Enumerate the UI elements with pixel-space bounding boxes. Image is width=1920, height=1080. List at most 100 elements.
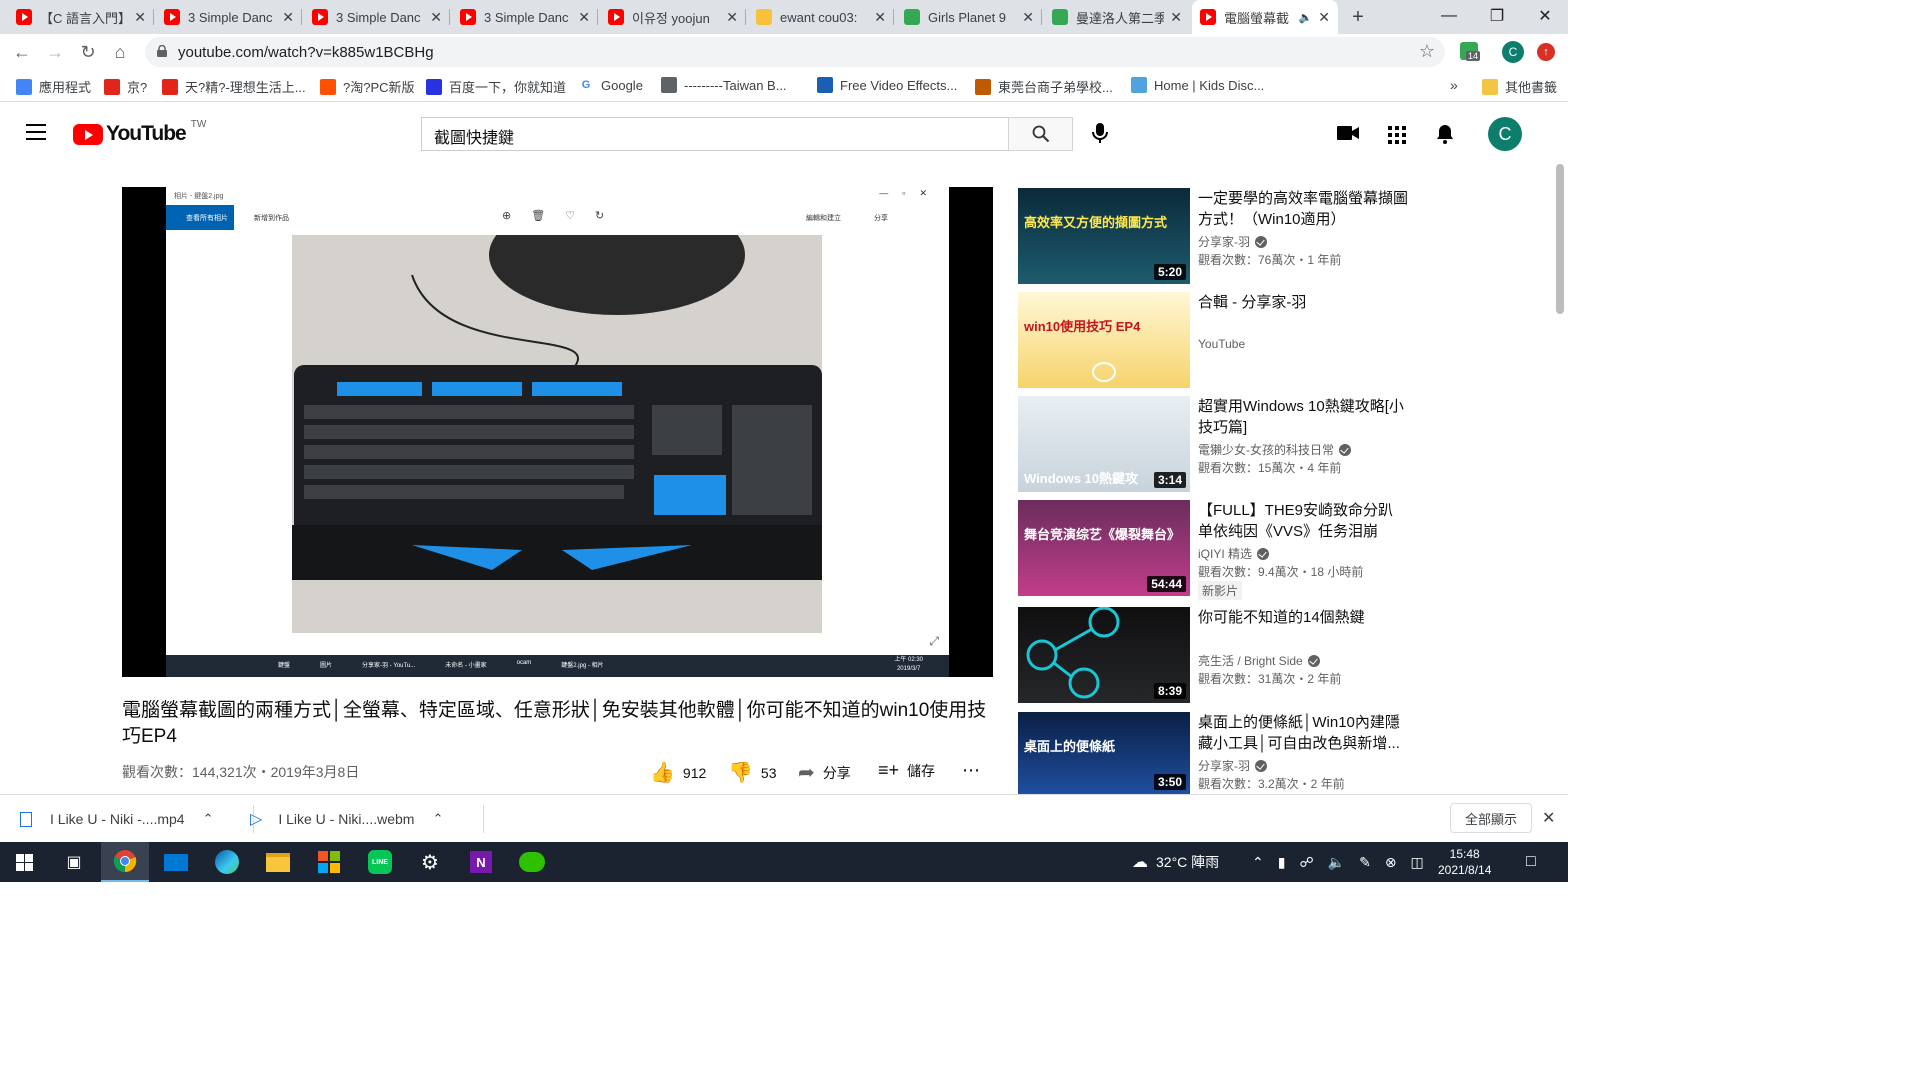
download-item[interactable]: I Like U - Niki -....mp4 ⌃ xyxy=(20,795,254,843)
video-thumbnail[interactable]: 8:39 xyxy=(1018,607,1190,703)
store-taskbar-icon[interactable] xyxy=(305,842,353,882)
recommendation-item[interactable]: 8:39 你可能不知道的14個熱鍵 亮生活 / Bright Side 觀看次數：31… xyxy=(1018,607,1538,703)
close-download-bar-icon[interactable]: ✕ xyxy=(1542,808,1555,828)
bookmark-item[interactable]: 東莞台商子弟學校... xyxy=(975,77,1113,96)
recommendation-title[interactable]: 桌面上的便條紙│Win10內建隱藏小工具│可自由改色與新增... xyxy=(1198,712,1408,754)
system-tray-icons[interactable]: ⌃ ▮ ☍ 🔈 ✎ ⊗ ◫ xyxy=(1252,842,1424,882)
recommendation-channel[interactable]: 分享家-羽 xyxy=(1198,757,1267,774)
video-thumbnail[interactable]: 舞台竞演综艺《爆裂舞台》 54:44 xyxy=(1018,500,1190,596)
close-tab-icon[interactable]: ✕ xyxy=(1170,9,1182,26)
recommendation-channel[interactable]: 分享家-羽 xyxy=(1198,233,1267,250)
like-button[interactable]: 👍 912 xyxy=(650,760,706,785)
search-input[interactable]: 截圖快捷鍵 xyxy=(421,117,1009,151)
minimize-icon[interactable]: — xyxy=(1426,0,1472,32)
maximize-icon[interactable]: ❐ xyxy=(1474,0,1520,32)
save-button[interactable]: ≡+ 儲存 xyxy=(878,760,935,781)
onenote-taskbar-icon[interactable]: N xyxy=(457,842,505,882)
video-player[interactable]: 相片 - 鍵盤2.jpg —▫✕ 查看所有相片 新增到作品 ⊕🗑♡↻ 編輯和建立… xyxy=(122,187,993,677)
volume-icon[interactable]: 🔈 xyxy=(1328,854,1345,871)
close-tab-icon[interactable]: ✕ xyxy=(1022,9,1034,26)
recommendation-item[interactable]: win10使用技巧 EP4 合輯 - 分享家-羽 YouTube xyxy=(1018,292,1538,388)
weather-widget[interactable]: ☁ 32°C 陣雨 xyxy=(1132,842,1219,882)
notification-bell-icon[interactable] xyxy=(1436,124,1454,149)
recommendation-item[interactable]: 舞台竞演综艺《爆裂舞台》 54:44 【FULL】THE9安崎致命分趴单依纯因《VV… xyxy=(1018,500,1538,600)
browser-tab[interactable]: Girls Planet 9 ✕ xyxy=(896,0,1042,34)
video-thumbnail[interactable]: 高效率又方便的擷圖方式 5:20 xyxy=(1018,188,1190,284)
mic-icon[interactable] xyxy=(1090,122,1110,149)
bookmark-item[interactable]: 百度一下，你就知道 xyxy=(426,77,566,96)
bookmark-item[interactable]: ---------Taiwan B... xyxy=(661,77,787,93)
close-tab-icon[interactable]: ✕ xyxy=(430,9,442,26)
browser-tab[interactable]: 3 Simple Danc ✕ xyxy=(156,0,302,34)
forward-icon[interactable]: → xyxy=(43,40,67,64)
browser-tab[interactable]: 이유정 yoojun ✕ xyxy=(600,0,746,34)
recommendation-channel[interactable]: iQIYI 精选 xyxy=(1198,545,1270,562)
back-icon[interactable]: ← xyxy=(10,40,34,64)
bookmark-item[interactable]: 應用程式 xyxy=(16,77,91,96)
file-explorer-taskbar-icon[interactable] xyxy=(254,842,302,882)
recommendation-channel[interactable]: YouTube xyxy=(1198,337,1245,351)
line-taskbar-icon[interactable]: LINE xyxy=(356,842,404,882)
close-window-icon[interactable]: ✕ xyxy=(1522,0,1568,32)
bookmark-item[interactable]: G Google xyxy=(578,77,643,93)
dislike-button[interactable]: 👎 53 xyxy=(728,760,776,785)
recommendation-item[interactable]: Windows 10熱鍵攻 3:14 超實用Windows 10熱鍵攻略[小技巧篇]… xyxy=(1018,396,1538,492)
close-tab-icon[interactable]: ✕ xyxy=(874,9,886,26)
bookmarks-overflow[interactable]: » xyxy=(1450,77,1458,93)
chevron-up-icon[interactable]: ⌃ xyxy=(1252,854,1264,871)
browser-tab[interactable]: 【C 語言入門】 ✕ xyxy=(8,0,154,34)
recommendation-item[interactable]: 桌面上的便條紙 3:50 桌面上的便條紙│Win10內建隱藏小工具│可自由改色與新增… xyxy=(1018,712,1538,794)
clock[interactable]: 15:48 2021/8/14 xyxy=(1438,842,1491,882)
close-tab-icon[interactable]: ✕ xyxy=(134,9,146,26)
task-view-icon[interactable]: ▣ xyxy=(50,842,98,882)
apps-icon[interactable] xyxy=(1388,126,1406,144)
recommendation-channel[interactable]: 電獺少女-女孩的科技日常 xyxy=(1198,441,1351,458)
notification-center-icon[interactable]: □ xyxy=(1526,842,1536,882)
edge-taskbar-icon[interactable] xyxy=(203,842,251,882)
windows-start-icon[interactable] xyxy=(0,842,48,882)
extension-icon[interactable]: 14 xyxy=(1460,42,1481,61)
recommendation-title[interactable]: 超實用Windows 10熱鍵攻略[小技巧篇] xyxy=(1198,396,1408,438)
share-button[interactable]: ➦ 分享 xyxy=(798,760,851,785)
update-icon[interactable]: ↑ xyxy=(1537,43,1555,61)
browser-tab[interactable]: ewant cou03: ✕ xyxy=(748,0,894,34)
status-x-icon[interactable]: ⊗ xyxy=(1385,854,1397,871)
recommendation-title[interactable]: 合輯 - 分享家-羽 xyxy=(1198,292,1408,313)
reload-icon[interactable]: ↻ xyxy=(76,40,100,64)
bookmark-item[interactable]: Free Video Effects... xyxy=(817,77,957,93)
account-avatar[interactable]: C xyxy=(1488,117,1522,151)
recommendation-title[interactable]: 【FULL】THE9安崎致命分趴单依纯因《VVS》任务泪崩 硬... xyxy=(1198,500,1408,542)
search-button[interactable] xyxy=(1008,117,1073,151)
bookmark-item[interactable]: Home | Kids Disc... xyxy=(1131,77,1264,93)
new-tab-button[interactable]: + xyxy=(1340,0,1376,34)
recommendation-channel[interactable]: 亮生活 / Bright Side xyxy=(1198,652,1320,669)
chevron-up-icon[interactable]: ⌃ xyxy=(432,811,443,827)
profile-avatar[interactable]: C xyxy=(1502,41,1524,63)
browser-tab[interactable]: 曼達洛人第二季 ✕ xyxy=(1044,0,1190,34)
mail-taskbar-icon[interactable] xyxy=(152,842,200,882)
wechat-taskbar-icon[interactable] xyxy=(508,842,556,882)
video-thumbnail[interactable]: win10使用技巧 EP4 xyxy=(1018,292,1190,388)
recommendation-item[interactable]: 高效率又方便的擷圖方式 5:20 一定要學的高效率電腦螢幕擷圖方式！（Win10適用… xyxy=(1018,188,1538,284)
close-tab-icon[interactable]: ✕ xyxy=(578,9,590,26)
menu-icon[interactable] xyxy=(26,124,46,140)
bookmark-item[interactable]: 天?精?-理想生活上... xyxy=(162,77,306,96)
close-tab-icon[interactable]: ✕ xyxy=(726,9,738,26)
video-thumbnail[interactable]: Windows 10熱鍵攻 3:14 xyxy=(1018,396,1190,492)
create-video-icon[interactable] xyxy=(1337,126,1359,145)
clipboard-icon[interactable]: ◫ xyxy=(1411,854,1424,871)
close-tab-icon[interactable]: ✕ xyxy=(282,9,294,26)
scrollbar-thumb[interactable] xyxy=(1556,164,1564,314)
show-all-downloads-button[interactable]: 全部顯示 xyxy=(1450,803,1532,833)
home-icon[interactable]: ⌂ xyxy=(108,40,132,64)
recommendation-title[interactable]: 一定要學的高效率電腦螢幕擷圖方式！（Win10適用） xyxy=(1198,188,1408,230)
browser-tab[interactable]: 電腦螢幕截 🔈 ✕ xyxy=(1192,0,1338,34)
network-icon[interactable]: ☍ xyxy=(1299,854,1313,871)
pen-icon[interactable]: ✎ xyxy=(1359,854,1371,871)
close-tab-icon[interactable]: ✕ xyxy=(1318,9,1330,26)
browser-tab[interactable]: 3 Simple Danc ✕ xyxy=(304,0,450,34)
recommendation-title[interactable]: 你可能不知道的14個熱鍵 xyxy=(1198,607,1408,628)
bookmark-item[interactable]: 京? xyxy=(104,77,147,96)
other-bookmarks[interactable]: 其他書籤 xyxy=(1482,77,1557,96)
more-actions-button[interactable]: ⋯ xyxy=(962,760,980,781)
